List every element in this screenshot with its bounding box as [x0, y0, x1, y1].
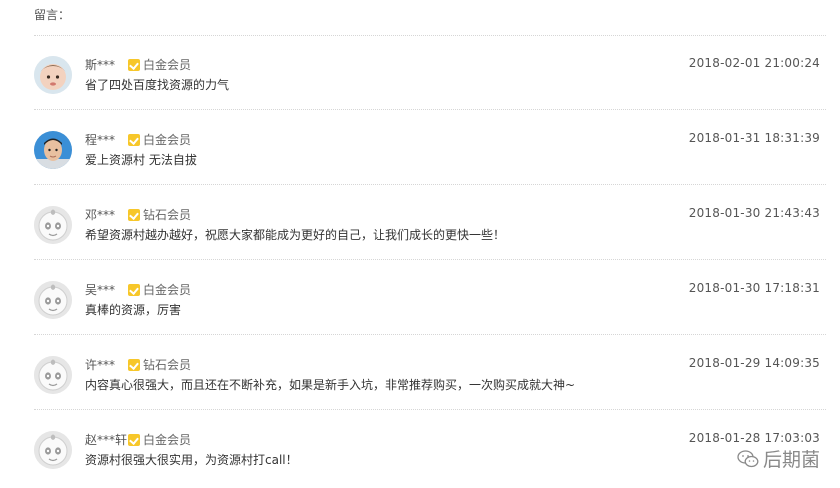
section-title: 留言：	[34, 8, 71, 22]
user-name: 斯***	[85, 58, 116, 72]
avatar-photo-baby	[34, 56, 72, 94]
member-badge: 白金会员	[128, 56, 191, 73]
vip-check-icon	[128, 433, 140, 446]
member-level: 钻石会员	[143, 208, 192, 222]
avatar[interactable]	[34, 281, 72, 319]
avatar-photo-man	[34, 131, 72, 169]
avatar-default-panda	[34, 431, 72, 469]
avatar[interactable]	[34, 356, 72, 394]
member-badge: 钻石会员	[128, 356, 191, 373]
comment-text: 资源村很强大很实用，为资源村打call！	[85, 453, 298, 467]
member-level: 白金会员	[143, 58, 192, 72]
avatar[interactable]	[34, 431, 72, 469]
avatar-default-panda	[34, 356, 72, 394]
avatar[interactable]	[34, 206, 72, 244]
member-badge: 白金会员	[128, 281, 191, 298]
avatar[interactable]	[34, 56, 72, 94]
comment-item: 邓*** 钻石会员 希望资源村越办越好，祝愿大家都能成为更好的自己，让我们成长的…	[34, 186, 826, 260]
wechat-icon	[737, 449, 759, 467]
user-name: 许***	[85, 358, 116, 372]
watermark-text: 后期菌	[762, 449, 820, 471]
member-level: 白金会员	[143, 283, 192, 297]
comment-item: 斯*** 白金会员 省了四处百度找资源的力气 2018-02-01 21:00:…	[34, 36, 826, 110]
member-badge: 钻石会员	[128, 206, 191, 223]
comment-text: 希望资源村越办越好，祝愿大家都能成为更好的自己，让我们成长的更快一些！	[85, 228, 506, 242]
vip-check-icon	[128, 133, 140, 146]
member-badge: 白金会员	[128, 131, 191, 148]
vip-check-icon	[128, 283, 140, 296]
comment-time: 2018-01-30 21:43:43	[688, 206, 820, 220]
comment-text: 真棒的资源，厉害	[85, 303, 182, 317]
comment-time: 2018-02-01 21:00:24	[688, 56, 820, 70]
comment-time: 2018-01-31 18:31:39	[688, 131, 820, 145]
comment-time: 2018-01-29 14:09:35	[688, 356, 820, 370]
comment-item: 许*** 钻石会员 内容真心很强大，而且还在不断补充，如果是新手入坑，非常推荐购…	[34, 336, 826, 410]
comment-item: 吴*** 白金会员 真棒的资源，厉害 2018-01-30 17:18:31	[34, 261, 826, 335]
avatar[interactable]	[34, 131, 72, 169]
avatar-default-panda	[34, 206, 72, 244]
member-level: 白金会员	[143, 133, 192, 147]
vip-check-icon	[128, 58, 140, 71]
comment-time: 2018-01-30 17:18:31	[688, 281, 820, 295]
vip-check-icon	[128, 358, 140, 371]
avatar-default-panda	[34, 281, 72, 319]
vip-check-icon	[128, 208, 140, 221]
user-name: 程***	[85, 133, 116, 147]
user-name: 吴***	[85, 283, 116, 297]
comment-text: 爱上资源村 无法自拔	[85, 153, 197, 167]
user-name: 邓***	[85, 208, 116, 222]
member-level: 钻石会员	[143, 358, 192, 372]
comment-time: 2018-01-28 17:03:03	[688, 431, 820, 445]
comment-text: 内容真心很强大，而且还在不断补充，如果是新手入坑，非常推荐购买，一次购买成就大神…	[85, 378, 576, 392]
comment-item: 赵***轩 白金会员 资源村很强大很实用，为资源村打call！ 2018-01-…	[34, 411, 826, 485]
watermark: 后期菌	[737, 445, 820, 472]
member-level: 白金会员	[143, 433, 192, 447]
comment-item: 程*** 白金会员 爱上资源村 无法自拔 2018-01-31 18:31:39	[34, 111, 826, 185]
comments-page: 留言： 斯*** 白金会员 省了四处百度找资源的力气 2018-02-01 21…	[0, 0, 840, 488]
member-badge: 白金会员	[128, 431, 191, 448]
comment-text: 省了四处百度找资源的力气	[85, 78, 230, 92]
user-name: 赵***轩	[85, 433, 128, 447]
